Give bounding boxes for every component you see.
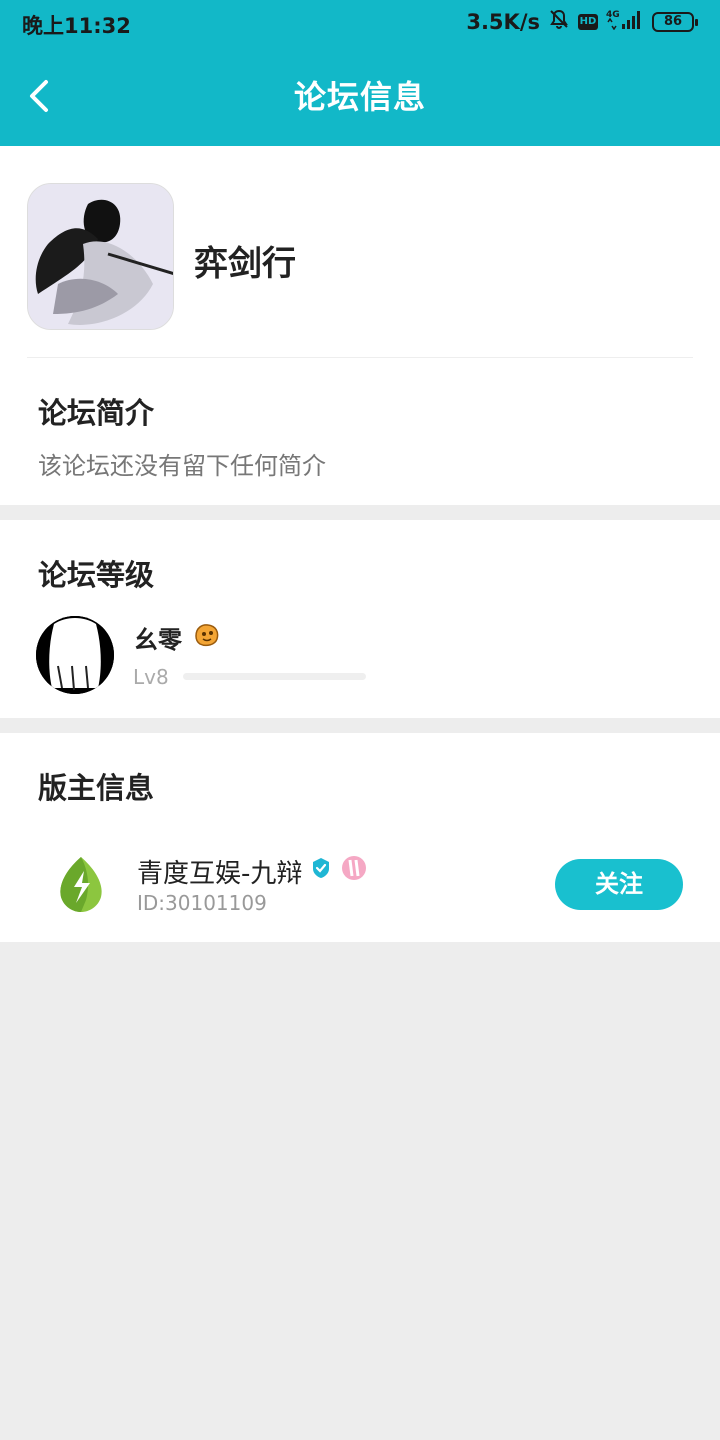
page-title: 论坛信息 bbox=[293, 78, 426, 116]
level-label: Lv8 bbox=[133, 665, 169, 689]
status-bar: 晚上11:32 3.5K/s HD 4G 86 bbox=[0, 0, 720, 46]
moderator-section-title: 版主信息 bbox=[38, 771, 155, 805]
app-header: 晚上11:32 3.5K/s HD 4G 86 论坛信息 bbox=[0, 0, 720, 146]
svg-text:4G: 4G bbox=[606, 10, 620, 20]
medal-icon bbox=[340, 855, 368, 881]
forum-info-card: 弈剑行 论坛简介 该论坛还没有留下任何简介 bbox=[0, 146, 720, 505]
status-right-group: 3.5K/s HD 4G 86 bbox=[466, 8, 698, 35]
signal-icon: 4G bbox=[606, 8, 644, 35]
follow-button[interactable]: 关注 bbox=[555, 859, 683, 910]
mute-bell-icon bbox=[548, 8, 570, 35]
network-speed: 3.5K/s bbox=[466, 9, 540, 34]
forum-avatar bbox=[27, 183, 174, 330]
forum-name: 弈剑行 bbox=[194, 244, 296, 284]
moderator-card: 版主信息 青度互娱-九辩 ID:30101109 关注 bbox=[0, 733, 720, 942]
level-section-title: 论坛等级 bbox=[38, 558, 155, 592]
user-name: 幺零 bbox=[134, 626, 182, 654]
user-avatar[interactable] bbox=[36, 616, 114, 694]
creature-badge-icon bbox=[192, 622, 220, 648]
hd-icon: HD bbox=[578, 13, 598, 30]
status-time: 晚上11:32 bbox=[22, 14, 131, 38]
forum-level-card: 论坛等级 幺零 Lv8 bbox=[0, 520, 720, 718]
moderator-name: 青度互娱-九辩 bbox=[137, 859, 303, 889]
battery-indicator: 86 bbox=[652, 11, 698, 32]
divider bbox=[27, 357, 693, 358]
moderator-avatar[interactable] bbox=[56, 855, 106, 913]
level-progress-bar bbox=[183, 673, 366, 680]
intro-section-title: 论坛简介 bbox=[38, 396, 155, 430]
verified-icon bbox=[310, 857, 332, 879]
intro-text: 该论坛还没有留下任何简介 bbox=[38, 452, 326, 480]
moderator-id: ID:30101109 bbox=[137, 891, 267, 915]
